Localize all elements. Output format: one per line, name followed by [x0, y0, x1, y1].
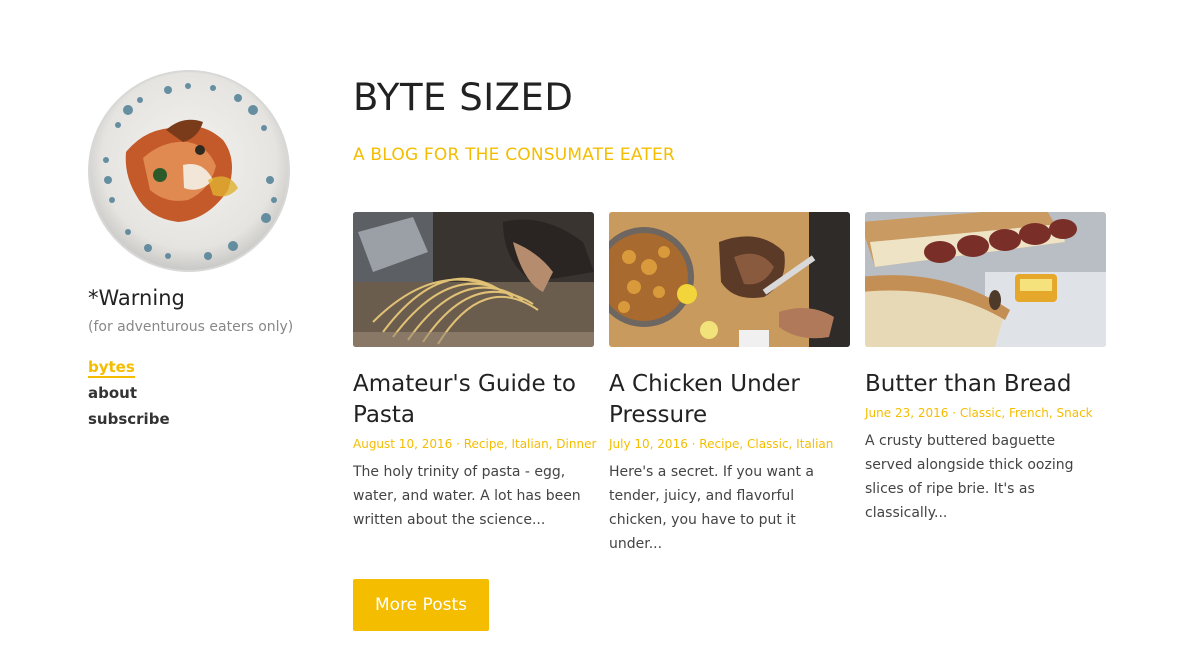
- post-excerpt: The holy trinity of pasta - egg, water, …: [353, 464, 581, 528]
- post-thumbnail[interactable]: [609, 212, 850, 347]
- post-categories[interactable]: Recipe, Italian, Dinner: [464, 437, 597, 451]
- site-title: *Warning: [88, 286, 185, 310]
- post-list: Amateur's Guide to Pasta August 10, 2016…: [353, 212, 1106, 570]
- post-meta: August 10, 2016 · Recipe, Italian, Dinne…: [353, 435, 597, 453]
- post-categories[interactable]: Recipe, Classic, Italian: [699, 437, 833, 451]
- sidebar: *Warning (for adventurous eaters only) b…: [88, 70, 308, 430]
- post-title[interactable]: Butter than Bread: [865, 369, 1106, 400]
- post-thumbnail[interactable]: [353, 212, 594, 347]
- plate-photo: [88, 70, 290, 272]
- post-card: Butter than Bread June 23, 2016 · Classi…: [865, 212, 1106, 570]
- roast-chicken-photo: [609, 212, 850, 347]
- pasta-making-photo: [353, 212, 594, 347]
- nav-link-bytes[interactable]: bytes: [88, 358, 135, 378]
- post-card: Amateur's Guide to Pasta August 10, 2016…: [353, 212, 597, 570]
- post-thumbnail[interactable]: [865, 212, 1106, 347]
- site-subtitle: (for adventurous eaters only): [88, 319, 294, 335]
- baguette-brie-photo: [865, 212, 1106, 347]
- main-content: BYTE SIZED A BLOG FOR THE CONSUMATE EATE…: [353, 72, 1113, 631]
- post-excerpt: A crusty buttered baguette served alongs…: [865, 433, 1074, 521]
- post-title[interactable]: Amateur's Guide to Pasta: [353, 369, 594, 431]
- nav-link-about[interactable]: about: [88, 382, 137, 404]
- sidebar-nav: bytes about subscribe: [88, 358, 308, 430]
- post-date: July 10, 2016: [609, 437, 688, 451]
- post-date: June 23, 2016: [865, 406, 949, 420]
- post-date: August 10, 2016: [353, 437, 453, 451]
- more-posts-button[interactable]: More Posts: [353, 579, 489, 631]
- post-categories[interactable]: Classic, French, Snack: [960, 406, 1093, 420]
- blog-title: BYTE SIZED: [353, 76, 574, 119]
- post-meta: July 10, 2016 · Recipe, Classic, Italian: [609, 435, 850, 453]
- meta-separator: ·: [948, 406, 960, 420]
- avatar: [88, 70, 290, 272]
- blog-tagline: A BLOG FOR THE CONSUMATE EATER: [353, 145, 675, 165]
- post-title[interactable]: A Chicken Under Pressure: [609, 369, 850, 431]
- meta-separator: ·: [452, 437, 464, 451]
- post-card: A Chicken Under Pressure July 10, 2016 ·…: [609, 212, 850, 570]
- nav-link-subscribe[interactable]: subscribe: [88, 408, 170, 430]
- meta-separator: ·: [687, 437, 700, 451]
- post-meta: June 23, 2016 · Classic, French, Snack: [865, 404, 1106, 422]
- post-excerpt: Here's a secret. If you want a tender, j…: [609, 464, 814, 552]
